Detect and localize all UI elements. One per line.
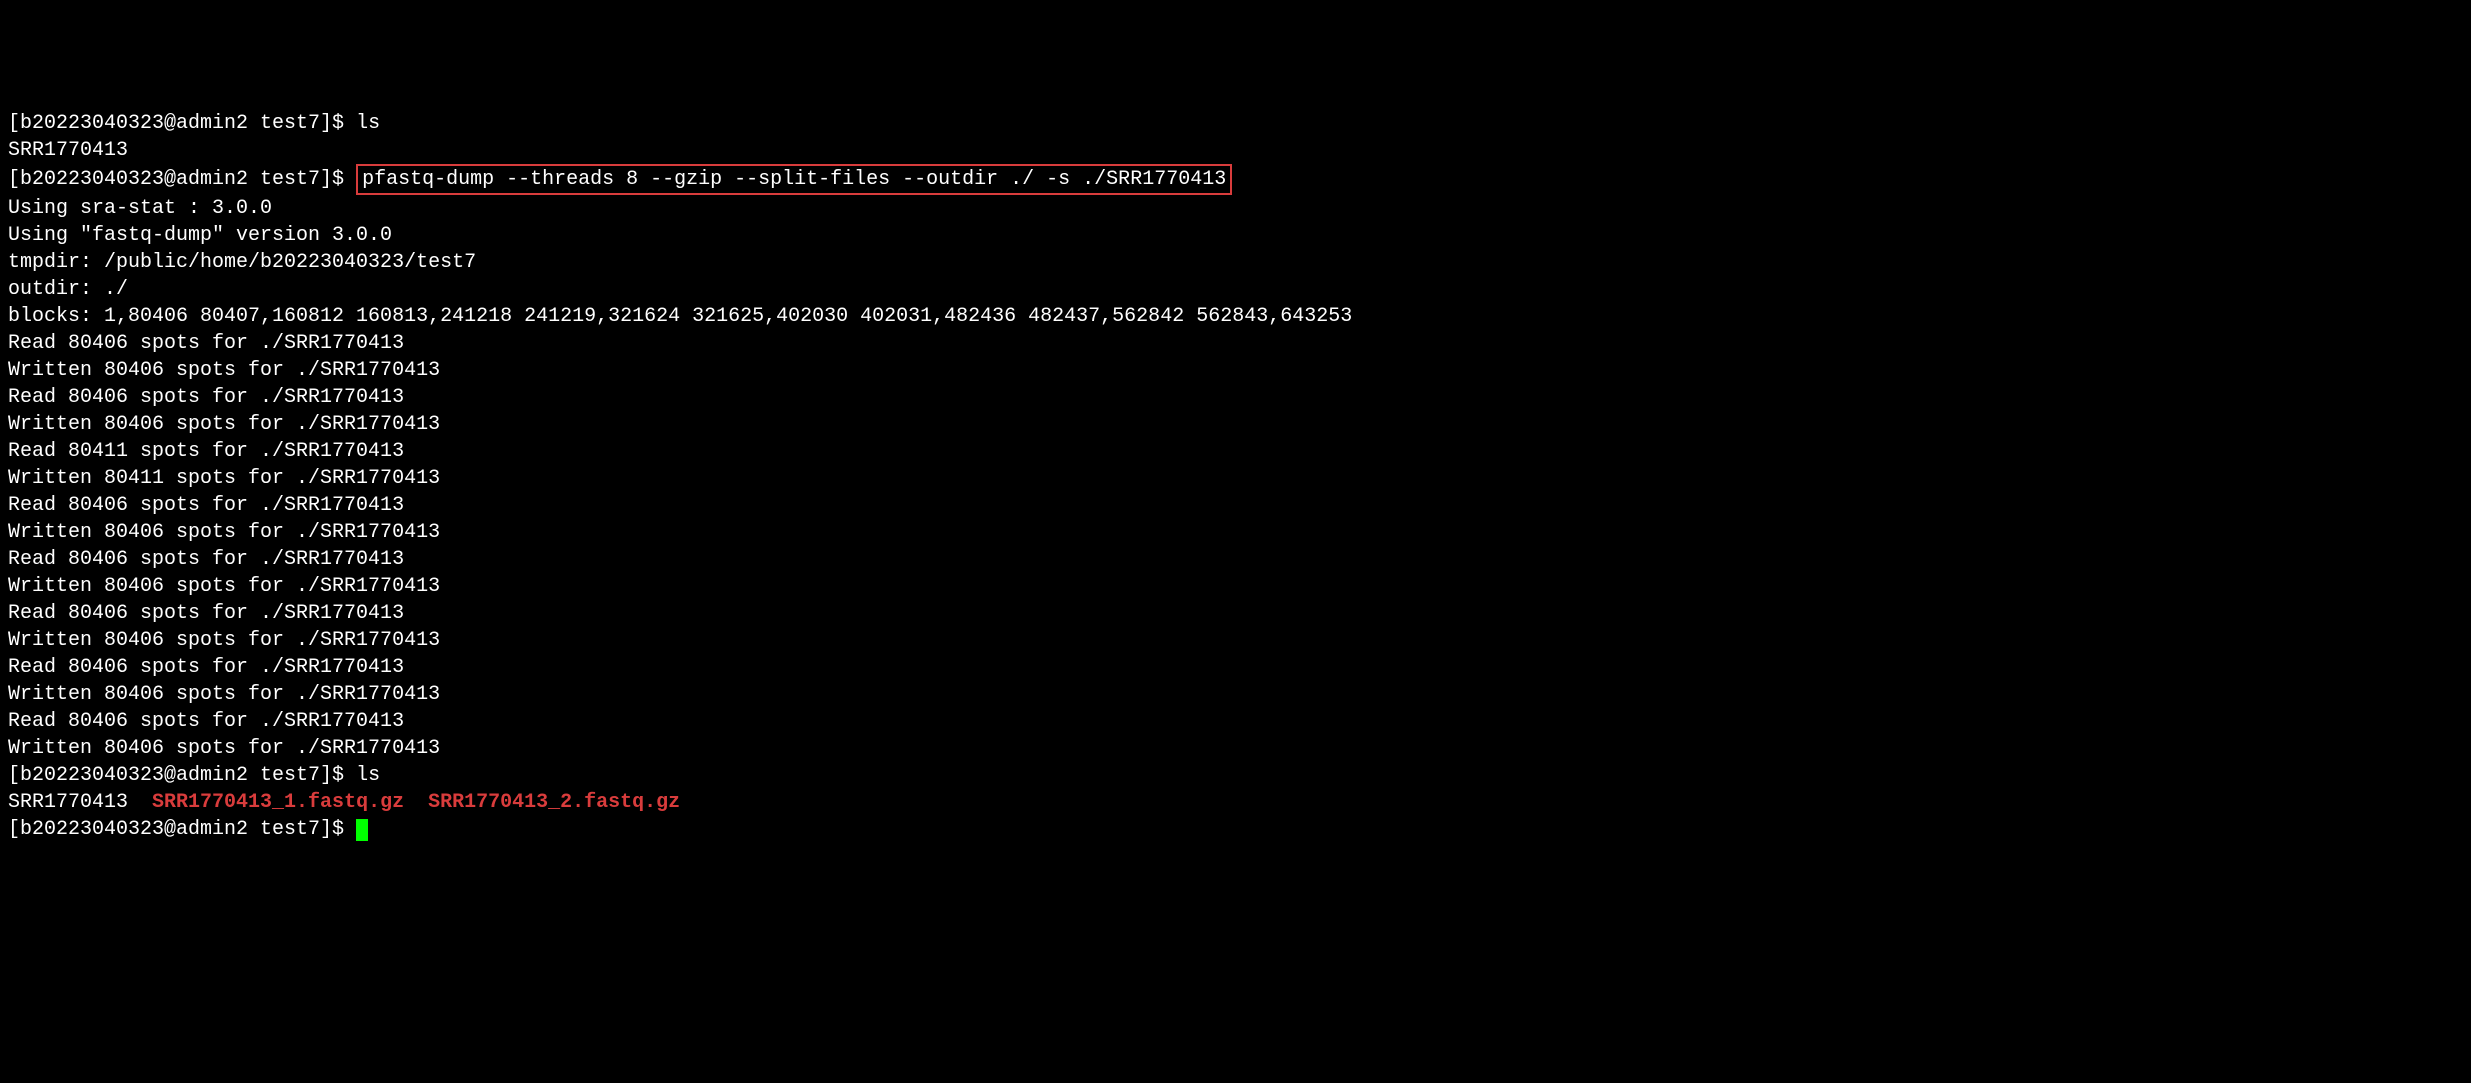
output-line: Written 80406 spots for ./SRR1770413 [8,735,2463,762]
cursor[interactable] [356,819,368,841]
output-line: Read 80406 spots for ./SRR1770413 [8,384,2463,411]
terminal-output[interactable]: [b20223040323@admin2 test7]$ lsSRR177041… [8,110,2463,843]
output-line: Written 80411 spots for ./SRR1770413 [8,465,2463,492]
output-line: Written 80406 spots for ./SRR1770413 [8,357,2463,384]
output-line: Written 80406 spots for ./SRR1770413 [8,573,2463,600]
output-line: SRR1770413 [8,137,2463,164]
output-line: tmpdir: /public/home/b20223040323/test7 [8,249,2463,276]
output-line: Written 80406 spots for ./SRR1770413 [8,681,2463,708]
separator [404,791,428,814]
shell-prompt: [b20223040323@admin2 test7]$ [8,764,356,787]
output-line: Read 80406 spots for ./SRR1770413 [8,654,2463,681]
ls-entry-gzip: SRR1770413_1.fastq.gz [152,791,404,814]
shell-prompt: [b20223040323@admin2 test7]$ [8,818,356,841]
output-line: Read 80411 spots for ./SRR1770413 [8,438,2463,465]
highlighted-command: pfastq-dump --threads 8 --gzip --split-f… [356,164,1232,195]
ls-entry-gzip: SRR1770413_2.fastq.gz [428,791,680,814]
output-line: blocks: 1,80406 80407,160812 160813,2412… [8,303,2463,330]
output-line: Read 80406 spots for ./SRR1770413 [8,708,2463,735]
output-line: Read 80406 spots for ./SRR1770413 [8,492,2463,519]
output-line: Read 80406 spots for ./SRR1770413 [8,600,2463,627]
output-line: Read 80406 spots for ./SRR1770413 [8,330,2463,357]
shell-prompt: [b20223040323@admin2 test7]$ [8,168,356,191]
output-line: Using sra-stat : 3.0.0 [8,195,2463,222]
ls-entry: SRR1770413 [8,791,152,814]
output-line: Written 80406 spots for ./SRR1770413 [8,627,2463,654]
command-text: ls [356,764,380,787]
shell-prompt: [b20223040323@admin2 test7]$ [8,112,356,135]
output-line: outdir: ./ [8,276,2463,303]
output-line: Using "fastq-dump" version 3.0.0 [8,222,2463,249]
output-line: Read 80406 spots for ./SRR1770413 [8,546,2463,573]
output-line: Written 80406 spots for ./SRR1770413 [8,519,2463,546]
output-line: Written 80406 spots for ./SRR1770413 [8,411,2463,438]
command-text: ls [356,112,380,135]
